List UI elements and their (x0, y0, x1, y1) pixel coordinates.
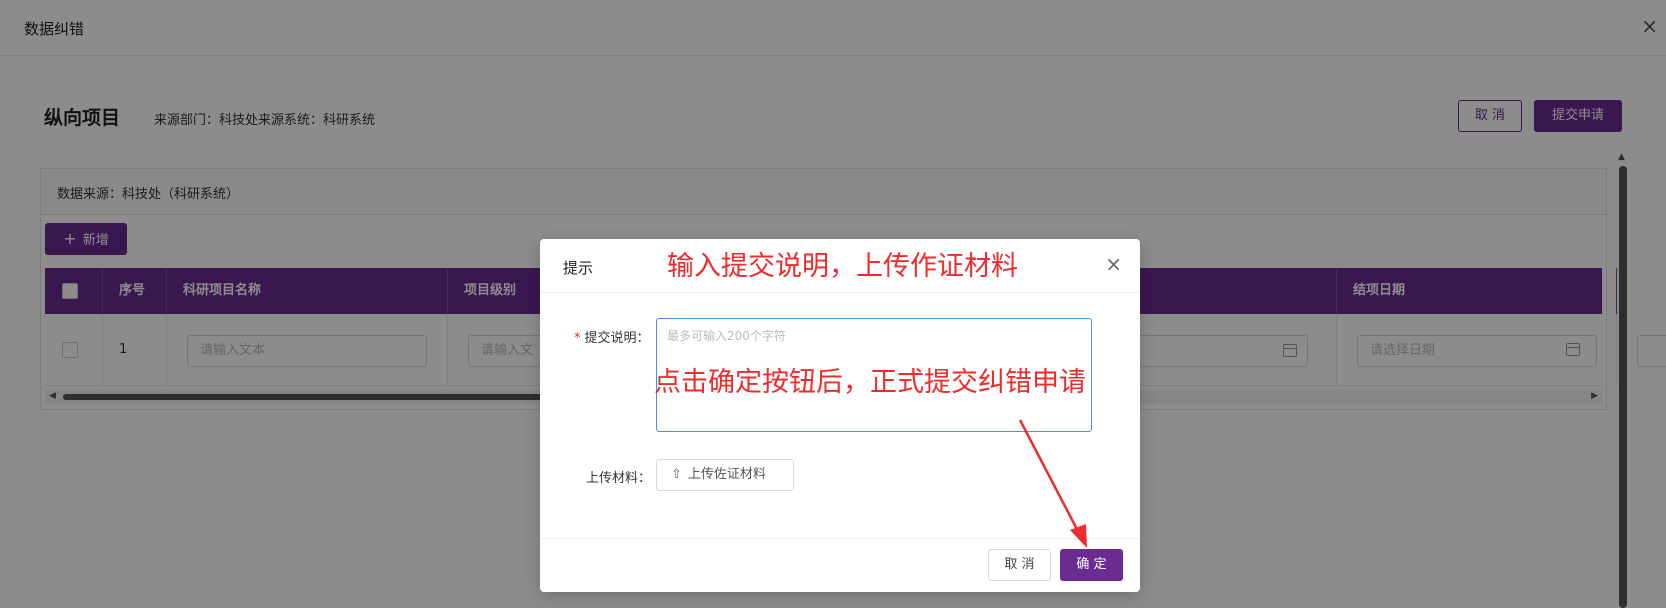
close-icon[interactable]: × (1105, 254, 1122, 274)
dialog-title: 提示 (563, 259, 594, 277)
dialog-ok-button[interactable]: 确 定 (1060, 549, 1123, 581)
dialog-cancel-button[interactable]: 取 消 (988, 549, 1051, 581)
prompt-dialog: 提示 输入提交说明，上传作证材料 × * 提交说明： 最多可输入200个字符 点击… (540, 239, 1140, 592)
description-label-text: 提交说明： (584, 331, 650, 346)
upload-label: 上传材料： (586, 471, 652, 486)
annotation-mid: 点击确定按钮后，正式提交纠错申请 (654, 367, 1086, 398)
upload-icon: ⇧ (671, 467, 682, 482)
required-mark: * (574, 331, 581, 346)
description-label: * 提交说明： (574, 327, 650, 346)
upload-button[interactable]: ⇧ 上传佐证材料 (656, 459, 794, 491)
upload-button-label: 上传佐证材料 (687, 467, 766, 482)
dialog-footer: 取 消 确 定 (540, 538, 1140, 592)
description-placeholder: 最多可输入200个字符 (667, 329, 786, 343)
dialog-header: 提示 输入提交说明，上传作证材料 × (540, 239, 1140, 293)
annotation-top: 输入提交说明，上传作证材料 (667, 251, 1018, 282)
